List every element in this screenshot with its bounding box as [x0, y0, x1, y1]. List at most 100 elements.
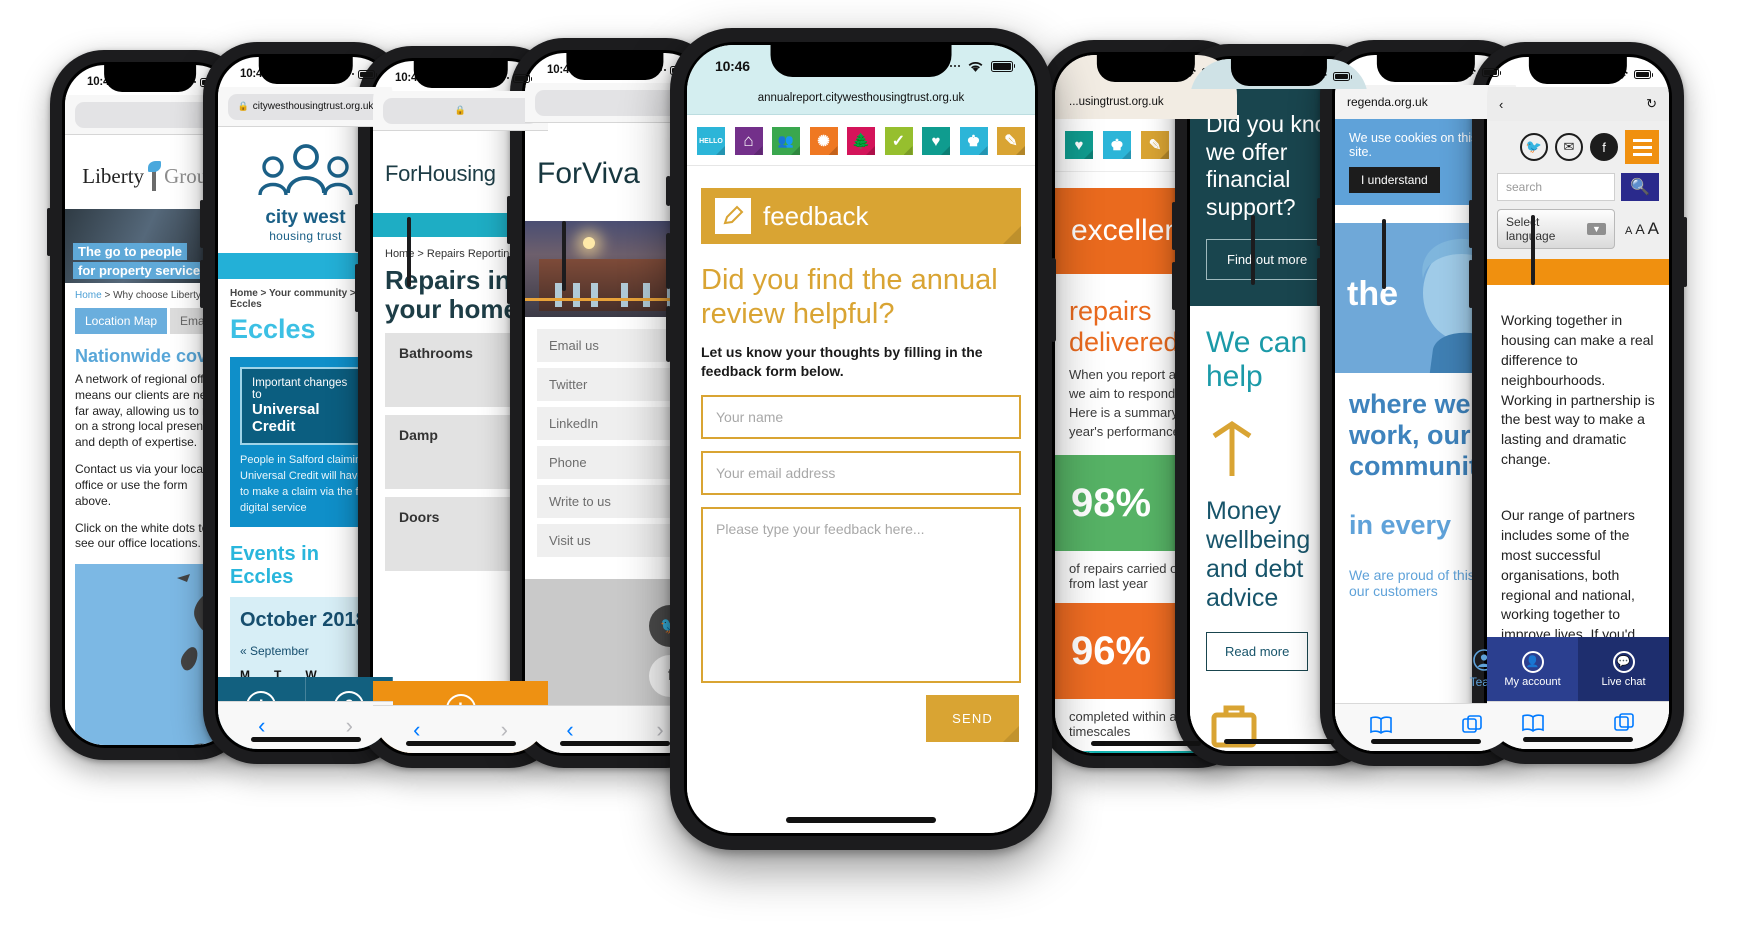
card-line-1: Important changes to — [252, 377, 348, 401]
read-more-button[interactable]: Read more — [1206, 632, 1309, 672]
url-text: annualreport.citywesthousingtrust.org.uk — [757, 91, 965, 104]
award-icon[interactable]: ✺ — [809, 127, 838, 155]
url-text: citywesthousingtrust.org.uk — [252, 101, 374, 112]
notch — [1376, 55, 1476, 82]
bookmarks-icon[interactable] — [1369, 715, 1393, 740]
notch — [566, 53, 664, 80]
back-button[interactable]: ‹ — [258, 714, 265, 737]
email-input[interactable]: Your email address — [701, 451, 1021, 496]
community-icon[interactable]: ♚ — [1103, 131, 1131, 159]
url-bar[interactable]: ‹ ↻ — [1487, 87, 1669, 121]
phone-annual-report-feedback: 10:46 annualreport.citywesthousingtrust.… — [666, 28, 1056, 850]
search-icon[interactable]: 🔍 — [1621, 173, 1659, 201]
hello-icon[interactable]: HELLO — [697, 127, 725, 155]
notch — [1528, 57, 1628, 84]
language-select[interactable]: Select language ▼ — [1497, 209, 1615, 249]
forward-button[interactable]: › — [501, 718, 508, 741]
feedback-banner: feedback — [701, 188, 1021, 244]
bookmarks-icon[interactable] — [1521, 713, 1545, 738]
back-button[interactable]: ‹ — [566, 718, 573, 741]
people-icon[interactable]: 👥 — [772, 127, 800, 155]
heart-icon[interactable]: ♥ — [922, 127, 950, 155]
back-icon[interactable]: ‹ — [1499, 97, 1503, 112]
banner-label: feedback — [763, 200, 869, 231]
language-label: Select language — [1506, 215, 1555, 243]
paragraph-1: Working together in housing can make a r… — [1501, 312, 1655, 468]
community-icon[interactable]: ♚ — [959, 127, 988, 155]
tabs-icon[interactable] — [1461, 714, 1483, 741]
home-indicator — [1523, 737, 1633, 742]
calendar-month: October 2018 — [240, 608, 367, 631]
nav-icon-strip: HELLO ⌂ 👥 ✺ 🌲 ✓ ♥ ♚ ✎ — [687, 115, 1035, 166]
tabs-icon[interactable] — [1613, 712, 1635, 739]
text-size-small[interactable]: A — [1625, 225, 1632, 237]
safari-url-bar[interactable]: 🔒 — [373, 91, 548, 131]
chevron-down-icon: ▼ — [1587, 223, 1606, 235]
url-text: regenda.org.uk — [1347, 95, 1428, 109]
notch — [1096, 55, 1196, 82]
url-pill[interactable]: 🔒 — [383, 97, 538, 124]
email-icon[interactable]: ✉ — [1555, 133, 1583, 161]
cookie-accept-button[interactable]: I understand — [1349, 167, 1440, 193]
feedback-icon[interactable]: ✎ — [1141, 131, 1169, 159]
tick-icon[interactable]: ✓ — [884, 127, 913, 155]
hamburger-icon[interactable] — [1625, 130, 1659, 164]
battery-icon — [991, 60, 1015, 72]
heart-icon[interactable]: ♥ — [1065, 131, 1093, 159]
notch — [770, 45, 952, 77]
url-text: ...usingtrust.org.uk — [1069, 96, 1164, 108]
url-bar[interactable]: annualreport.citywesthousingtrust.org.uk — [687, 81, 1035, 115]
accent-band — [1487, 259, 1669, 285]
home-indicator — [1091, 741, 1201, 746]
tree-icon[interactable]: 🌲 — [847, 127, 875, 155]
card-body: People in Salford claiming Universal Cre… — [240, 454, 370, 514]
pencil-icon — [715, 198, 751, 234]
facebook-icon[interactable]: f — [1590, 133, 1618, 161]
social-bar: 🐦 ✉ f — [1487, 121, 1669, 173]
notch — [104, 65, 196, 92]
notch — [413, 61, 508, 88]
text-size-medium[interactable]: A — [1635, 221, 1644, 237]
reload-icon[interactable]: ↻ — [1646, 96, 1657, 112]
url-pill[interactable]: 🔒 citywesthousingtrust.org.uk — [228, 93, 383, 120]
house-icon[interactable]: ⌂ — [734, 127, 763, 155]
page-heading: Did you find the annual review helpful? — [701, 264, 998, 330]
hero-text: the — [1347, 275, 1398, 313]
clock: 10:46 — [715, 58, 750, 74]
twitter-icon[interactable]: 🐦 — [1520, 133, 1548, 161]
nav-item-live-chat[interactable]: 💬 Live chat — [1578, 637, 1669, 701]
home-indicator — [250, 737, 361, 742]
lock-icon: 🔒 — [237, 101, 249, 111]
people-logo-icon — [257, 144, 353, 196]
nav-item-my-account[interactable]: 👤 My account — [1487, 637, 1578, 701]
home-indicator — [786, 817, 936, 823]
breadcrumb-home[interactable]: Home — [75, 290, 102, 301]
safari-url-bar[interactable]: 🔒 citywesthousingtrust.org.uk — [218, 87, 393, 127]
forward-button[interactable]: › — [346, 714, 353, 737]
card-line-2: Universal Credit — [252, 401, 320, 435]
text-size-large[interactable]: A — [1648, 219, 1659, 239]
find-out-more-button[interactable]: Find out more — [1206, 239, 1329, 281]
showcase-stage: 10:42 Liberty Group The go to people for… — [0, 0, 1739, 939]
hero-line-1: The go to people — [73, 243, 187, 260]
calendar-prev[interactable]: « September — [240, 644, 371, 658]
lock-icon: 🔒 — [454, 105, 467, 115]
language-bar: Select language ▼ A A A — [1487, 209, 1669, 259]
nav-label: My account — [1504, 675, 1561, 688]
tab-location-map[interactable]: Location Map — [75, 308, 168, 334]
url-bar[interactable]: ...usingtrust.org.uk — [1055, 85, 1237, 119]
forward-button[interactable]: › — [656, 718, 663, 741]
feedback-textarea[interactable]: Please type your feedback here... — [701, 507, 1021, 684]
breadcrumb-text: Home > Your community > Eccles — [230, 288, 356, 310]
text-size-control[interactable]: A A A — [1625, 219, 1659, 239]
person-icon: 👤 — [1521, 650, 1544, 673]
breadcrumb-rest: > Why choose Liberty — [104, 290, 201, 301]
feedback-icon[interactable]: ✎ — [997, 127, 1025, 155]
brand-left: Liberty — [82, 163, 145, 188]
back-button[interactable]: ‹ — [413, 718, 420, 741]
nav-label: Live chat — [1601, 675, 1646, 688]
search-input[interactable]: search — [1497, 173, 1615, 201]
home-indicator — [1224, 739, 1334, 744]
send-button[interactable]: SEND — [926, 695, 1019, 743]
name-input[interactable]: Your name — [701, 395, 1021, 440]
